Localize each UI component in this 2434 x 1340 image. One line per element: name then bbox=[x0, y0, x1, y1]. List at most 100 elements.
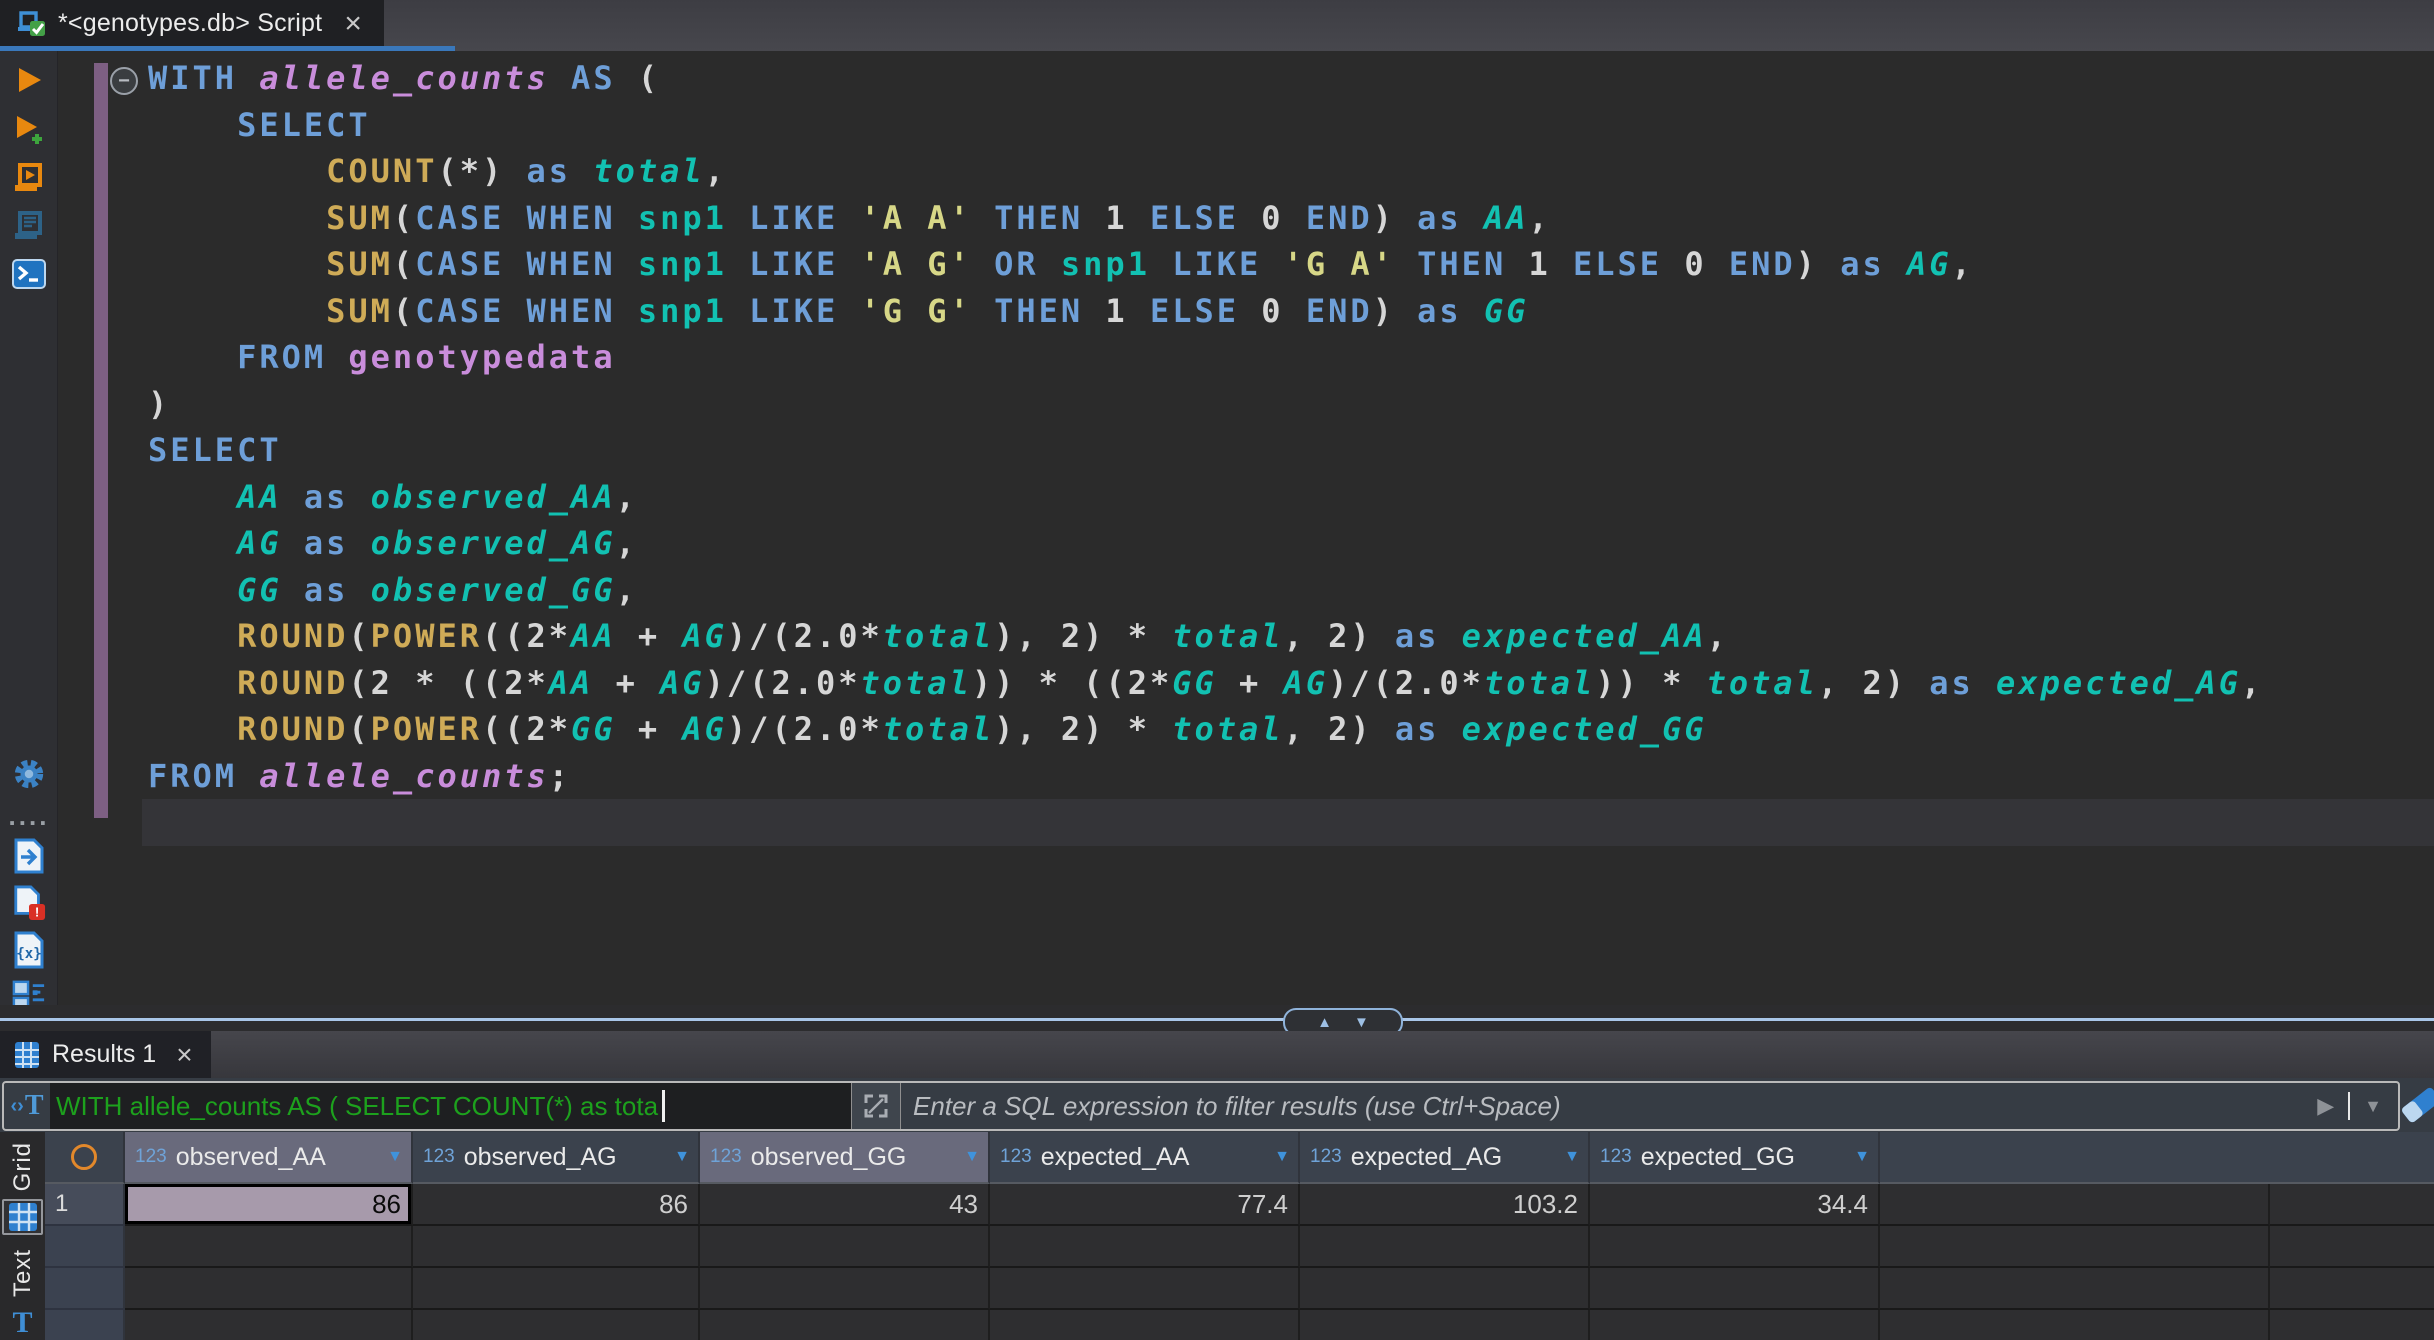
empty-cell[interactable] bbox=[990, 1268, 1300, 1310]
code-line: AG as observed_AG, bbox=[148, 520, 2263, 567]
row-selector-circle-icon bbox=[71, 1144, 97, 1170]
filler-cell bbox=[1880, 1268, 2270, 1310]
empty-cell[interactable] bbox=[413, 1226, 700, 1268]
change-indicator-bar bbox=[94, 63, 108, 818]
text-view-icon[interactable]: T bbox=[2, 1305, 43, 1340]
column-dropdown-icon[interactable]: ▼ bbox=[1266, 1148, 1290, 1166]
filler-cell bbox=[1880, 1184, 2270, 1226]
script-variables-icon[interactable]: {x} bbox=[12, 933, 46, 967]
filter-actions: ▶ ▼ bbox=[2301, 1083, 2398, 1129]
empty-cell[interactable] bbox=[1300, 1268, 1590, 1310]
code-line: SELECT bbox=[148, 427, 2263, 474]
results-grid-icon bbox=[14, 1041, 40, 1069]
results-tab-title: Results 1 bbox=[52, 1040, 156, 1069]
row-header[interactable]: 1 bbox=[45, 1184, 125, 1226]
empty-cell[interactable] bbox=[1590, 1268, 1880, 1310]
editor-tab-title: *<genotypes.db> Script bbox=[58, 9, 322, 38]
column-dropdown-icon[interactable]: ▼ bbox=[1556, 1148, 1580, 1166]
sql-code[interactable]: WITH allele_counts AS ( SELECT COUNT(*) … bbox=[148, 55, 2263, 799]
empty-cell[interactable] bbox=[990, 1310, 1300, 1340]
results-grid: 123observed_AA▼123observed_AG▼123observe… bbox=[45, 1132, 2434, 1340]
empty-cell[interactable] bbox=[413, 1310, 700, 1340]
script-errors-icon[interactable]: ! bbox=[12, 886, 46, 920]
results-tab-close-icon[interactable]: × bbox=[176, 1041, 192, 1069]
empty-cell[interactable] bbox=[1300, 1226, 1590, 1268]
row-header[interactable] bbox=[45, 1268, 125, 1310]
grid-view-icon[interactable] bbox=[2, 1199, 43, 1235]
editor-tab[interactable]: *<genotypes.db> Script × bbox=[0, 0, 384, 47]
code-line: SUM(CASE WHEN snp1 LIKE 'A A' THEN 1 ELS… bbox=[148, 195, 2263, 242]
empty-cell[interactable] bbox=[413, 1268, 700, 1310]
column-header-observed_AG[interactable]: 123observed_AG▼ bbox=[413, 1132, 700, 1184]
column-dropdown-icon[interactable]: ▼ bbox=[1846, 1148, 1870, 1166]
code-line: ROUND(POWER((2*GG + AG)/(2.0*total), 2) … bbox=[148, 706, 2263, 753]
settings-gear-icon[interactable] bbox=[12, 757, 46, 791]
clear-filter-icon[interactable] bbox=[2400, 1086, 2434, 1124]
column-dropdown-icon[interactable]: ▼ bbox=[956, 1148, 980, 1166]
code-fold-icon[interactable]: − bbox=[110, 67, 138, 95]
export-results-icon[interactable] bbox=[12, 839, 46, 873]
splitter-up-icon[interactable]: ▲ bbox=[1317, 1015, 1332, 1030]
sql-script-icon bbox=[16, 9, 46, 39]
column-header-observed_GG[interactable]: 123 observed_GG ▼ bbox=[700, 1132, 990, 1184]
execute-in-new-tab-button[interactable] bbox=[12, 113, 46, 147]
filter-input[interactable]: Enter a SQL expression to filter results… bbox=[901, 1083, 2301, 1129]
column-dropdown-icon[interactable]: ▼ bbox=[379, 1148, 403, 1166]
panel-splitter[interactable]: ▲ ▼ bbox=[0, 1005, 2434, 1031]
empty-cell[interactable] bbox=[700, 1268, 990, 1310]
column-header-observed_AA[interactable]: 123observed_AA▼ bbox=[125, 1132, 413, 1184]
empty-cell[interactable] bbox=[990, 1226, 1300, 1268]
column-header-expected_GG[interactable]: 123expected_GG▼ bbox=[1590, 1132, 1880, 1184]
column-name: expected_AG bbox=[1351, 1143, 1503, 1172]
empty-cell[interactable] bbox=[1300, 1310, 1590, 1340]
presentation-tab-text[interactable]: Text bbox=[9, 1249, 37, 1297]
empty-cell[interactable] bbox=[125, 1226, 413, 1268]
grid-cell-observed_AA[interactable]: 86 bbox=[125, 1184, 413, 1226]
column-name: observed_AA bbox=[176, 1143, 326, 1172]
numeric-type-icon: 123 bbox=[710, 1146, 742, 1168]
svg-text:{x}: {x} bbox=[16, 946, 41, 962]
presentation-tab-grid[interactable]: Grid bbox=[9, 1142, 37, 1191]
code-line: ROUND(POWER((2*AA + AG)/(2.0*total), 2) … bbox=[148, 613, 2263, 660]
column-name: observed_GG bbox=[751, 1143, 907, 1172]
sql-editor[interactable]: − WITH allele_counts AS ( SELECT COUNT(*… bbox=[58, 51, 2434, 1005]
text-caret bbox=[662, 1090, 665, 1122]
grid-cell-observed_AG[interactable]: 86 bbox=[413, 1184, 700, 1226]
results-tab[interactable]: Results 1 × bbox=[0, 1031, 211, 1078]
grid-cell-expected_AG[interactable]: 103.2 bbox=[1300, 1184, 1590, 1226]
filter-history-dropdown[interactable]: ▼ bbox=[2364, 1096, 2382, 1117]
column-header-expected_AG[interactable]: 123expected_AG▼ bbox=[1300, 1132, 1590, 1184]
empty-cell[interactable] bbox=[1590, 1226, 1880, 1268]
code-line: SELECT bbox=[148, 102, 2263, 149]
row-header[interactable] bbox=[45, 1310, 125, 1340]
empty-cell[interactable] bbox=[125, 1268, 413, 1310]
applied-filter-query[interactable]: WITH allele_counts AS ( SELECT COUNT(*) … bbox=[50, 1083, 851, 1129]
more-dots-icon[interactable]: .... bbox=[12, 799, 46, 833]
empty-cell[interactable] bbox=[700, 1226, 990, 1268]
expand-filter-icon[interactable] bbox=[851, 1083, 901, 1129]
grid-cell-observed_GG[interactable]: 43 bbox=[700, 1184, 990, 1226]
execute-statement-button[interactable] bbox=[12, 63, 46, 97]
sql-console-button[interactable] bbox=[12, 257, 46, 291]
editor-tab-close-icon[interactable]: × bbox=[344, 9, 362, 39]
column-dropdown-icon[interactable]: ▼ bbox=[666, 1148, 690, 1166]
row-header[interactable] bbox=[45, 1226, 125, 1268]
empty-cell[interactable] bbox=[700, 1310, 990, 1340]
grid-cell-expected_AA[interactable]: 77.4 bbox=[990, 1184, 1300, 1226]
sql-filter-icon: ‹›T bbox=[4, 1083, 50, 1129]
empty-cell[interactable] bbox=[125, 1310, 413, 1340]
select-all-corner[interactable] bbox=[45, 1132, 125, 1184]
results-filter-bar: ‹›T WITH allele_counts AS ( SELECT COUNT… bbox=[0, 1078, 2434, 1132]
explain-plan-button[interactable] bbox=[12, 209, 46, 243]
execute-script-button[interactable] bbox=[12, 161, 46, 195]
splitter-down-icon[interactable]: ▼ bbox=[1354, 1015, 1369, 1030]
code-line: SUM(CASE WHEN snp1 LIKE 'G G' THEN 1 ELS… bbox=[148, 288, 2263, 335]
filter-input-frame: ‹›T WITH allele_counts AS ( SELECT COUNT… bbox=[2, 1081, 2400, 1131]
empty-cell[interactable] bbox=[1590, 1310, 1880, 1340]
column-name: observed_AG bbox=[464, 1143, 617, 1172]
code-line: GG as observed_GG, bbox=[148, 567, 2263, 614]
grid-cell-expected_GG[interactable]: 34.4 bbox=[1590, 1184, 1880, 1226]
code-line: FROM allele_counts; bbox=[148, 753, 2263, 800]
column-header-expected_AA[interactable]: 123expected_AA▼ bbox=[990, 1132, 1300, 1184]
apply-filter-button[interactable]: ▶ bbox=[2317, 1093, 2334, 1119]
